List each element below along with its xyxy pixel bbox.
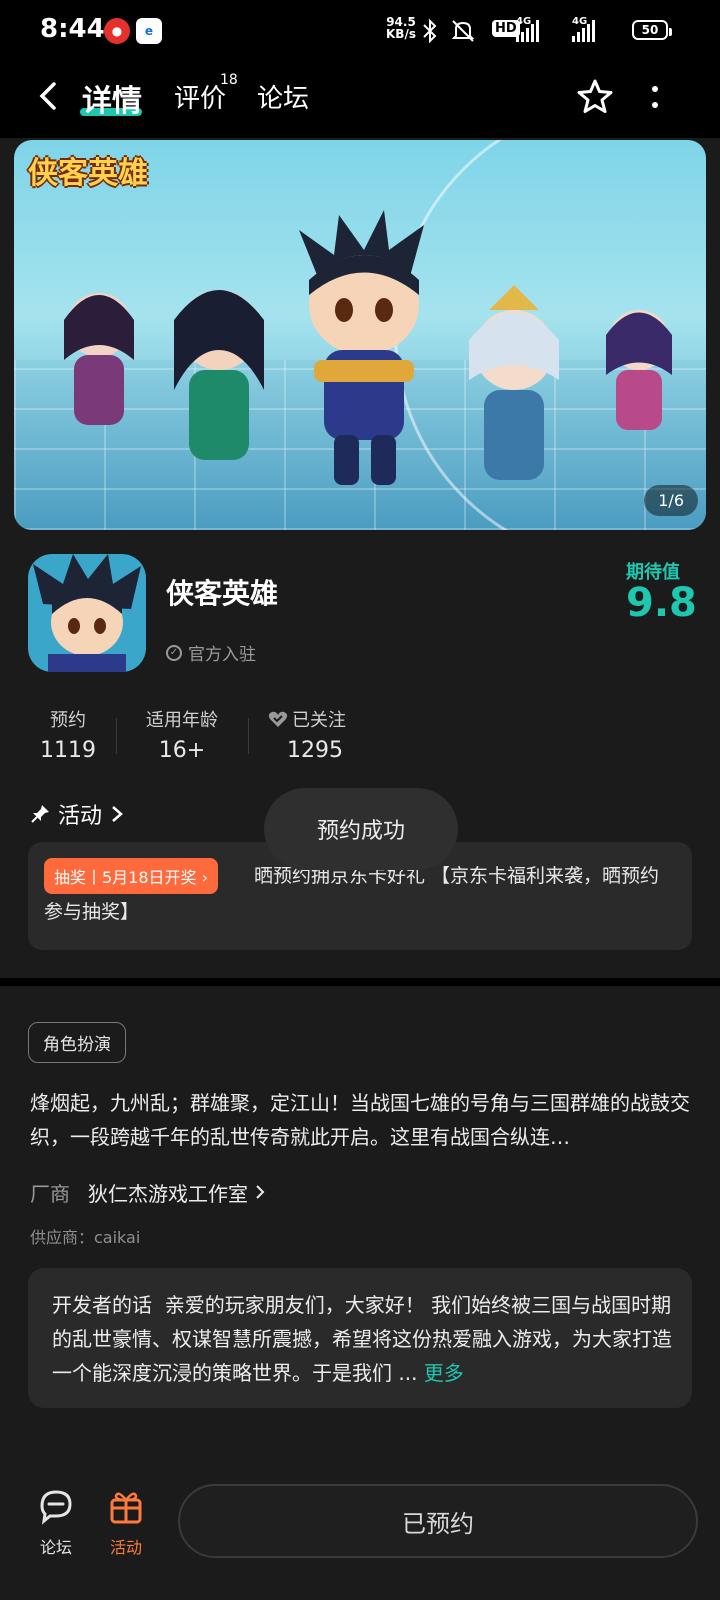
more-link[interactable]: 更多 [424,1361,464,1385]
heart-check-icon [268,711,288,727]
signal-strength-icon-2: 4G [572,16,595,42]
favorite-star-icon[interactable] [576,78,614,116]
toast-message: 预约成功 [264,788,458,870]
banner-character-right [469,285,559,480]
app-name: 侠客英雄 [166,577,279,610]
tab-detail[interactable]: 详情 [82,76,142,120]
banner-carousel[interactable]: 侠客英雄 1/6 [14,140,706,530]
lottery-tag[interactable]: 抽奖丨5月18日开奖 › [44,858,219,894]
reserved-button[interactable]: 已预约 [178,1484,698,1558]
battery-icon: 50 [632,20,672,40]
bluetooth-icon [420,18,440,51]
banner-character-far-left [64,293,134,425]
pin-icon [31,805,49,823]
stat-followers-value: 1295 [287,738,343,763]
chevron-right-icon [112,806,123,822]
stat-followers-label: 已关注 [268,706,366,732]
section-divider [0,978,720,986]
stat-age-value: 16+ [158,738,206,763]
expectation-score: 9.8 [626,580,697,626]
more-menu-icon[interactable] [650,84,660,112]
developer-label: 厂商 [30,1182,70,1206]
stat-reservations-label: 预约 [50,710,86,731]
app-icon [28,554,146,672]
stat-age-label: 适用年龄 [146,710,218,731]
developer-link[interactable]: 狄仁杰游戏工作室 [88,1178,266,1207]
banner-page-counter: 1/6 [644,485,698,516]
check-circle-icon: ✓ [166,644,182,661]
gift-icon[interactable] [106,1486,146,1526]
signal-strength-icon: 4G [516,16,539,42]
banner-character-left [174,290,264,460]
forum-chat-icon[interactable] [36,1486,76,1526]
stat-reservations-value: 1119 [40,738,96,763]
banner-hero-illustration [299,210,424,485]
notification-app-icon: ● [104,18,130,44]
game-description[interactable]: 烽烟起，九州乱；群雄聚，定江山！当战国七雄的号角与三国群雄的战鼓交织，一段跨越千… [30,1086,694,1154]
genre-tag[interactable]: 角色扮演 [28,1022,126,1063]
tab-forum[interactable]: 论坛 [257,78,309,115]
status-time: 8:44 [40,14,105,44]
official-badge: ✓ 官方入驻 [166,640,256,665]
forum-label[interactable]: 论坛 [26,1534,86,1558]
activity-header[interactable]: 活动 [30,798,124,830]
telecom-app-icon: e [136,18,162,44]
back-arrow-icon[interactable] [36,80,60,112]
game-logo: 侠客英雄 [28,156,148,191]
chevron-right-icon [256,1185,265,1199]
network-speed: 94.5 KB/s [386,15,416,41]
tab-review[interactable]: 评价 [174,78,226,115]
stat-divider [116,718,117,754]
mute-bell-icon [450,18,476,51]
banner-character-far-right [606,310,672,430]
developer-note: 开发者的话 亲爱的玩家朋友们，大家好！ 我们始终被三国与战国时期的乱世豪情、权谋… [52,1293,672,1385]
activity-tab-label[interactable]: 活动 [96,1534,156,1558]
review-count-badge: 18 [220,72,238,88]
supplier-text: 供应商：caikai [30,1228,141,1247]
stat-divider [248,718,249,754]
